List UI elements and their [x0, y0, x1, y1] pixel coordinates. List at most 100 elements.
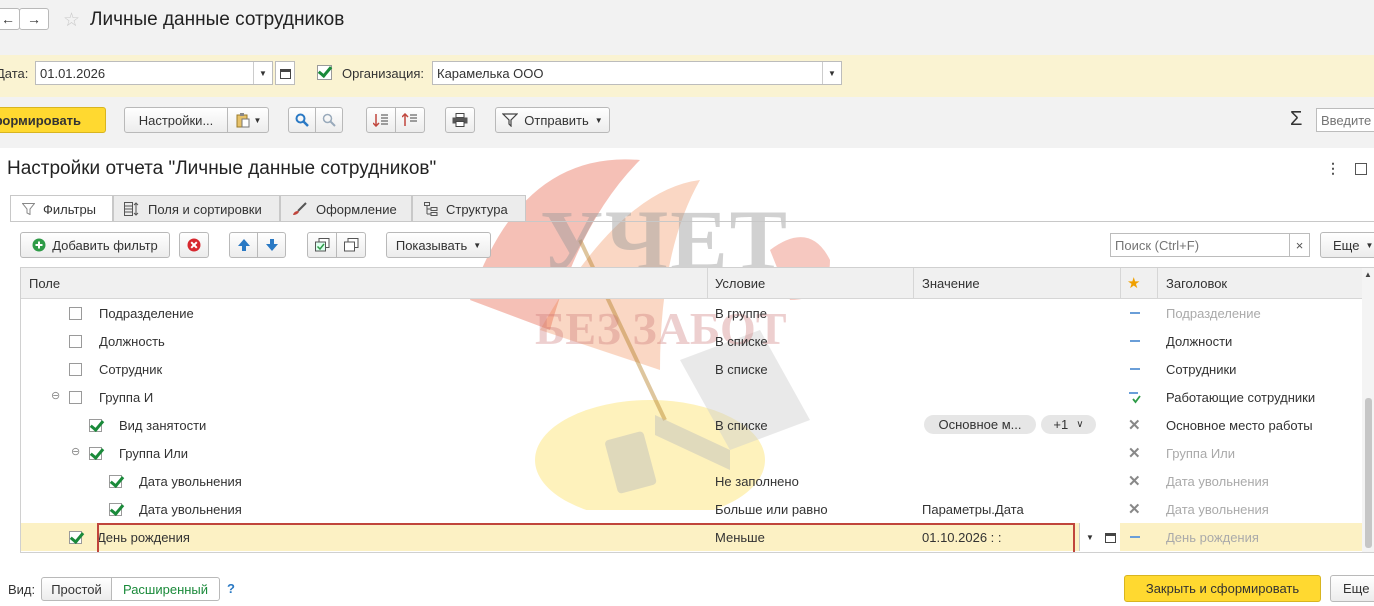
- more-actions-icon[interactable]: ⋮: [1326, 160, 1340, 177]
- row-checkbox[interactable]: [69, 363, 82, 376]
- calendar-button[interactable]: [1100, 523, 1120, 551]
- close-generate-button[interactable]: Закрыть и сформировать: [1124, 575, 1321, 602]
- row-caption[interactable]: Дата увольнения: [1166, 502, 1269, 517]
- row-checkbox[interactable]: [89, 419, 102, 432]
- row-caption[interactable]: Работающие сотрудники: [1166, 390, 1315, 405]
- search-clear-button[interactable]: ×: [1289, 233, 1310, 257]
- scroll-thumb[interactable]: [1365, 398, 1372, 548]
- calendar-icon: [1104, 532, 1116, 543]
- row-condition[interactable]: В списке: [715, 334, 768, 349]
- table-row[interactable]: ⊖ Группа Или ✕ Группа Или: [21, 439, 1362, 467]
- header-caption[interactable]: Заголовок: [1166, 276, 1227, 291]
- maximize-icon[interactable]: [1355, 163, 1367, 175]
- show-button[interactable]: Показывать ▼: [386, 232, 491, 258]
- settings-button[interactable]: Настройки...: [124, 107, 228, 133]
- find-button[interactable]: [288, 107, 316, 133]
- back-button[interactable]: ←: [0, 8, 20, 30]
- row-caption[interactable]: Дата увольнения: [1166, 474, 1269, 489]
- sum-input[interactable]: [1316, 108, 1374, 132]
- table-row[interactable]: Дата увольнения Больше или равно Параметры…: [21, 495, 1362, 523]
- x-mark-icon[interactable]: ✕: [1128, 444, 1141, 462]
- row-caption[interactable]: Основное место работы: [1166, 418, 1313, 433]
- search-input[interactable]: [1110, 233, 1290, 257]
- table-scrollbar[interactable]: ▲: [1362, 268, 1374, 552]
- minus-icon[interactable]: [1130, 368, 1140, 370]
- row-condition[interactable]: В списке: [715, 418, 768, 433]
- footer-more-button[interactable]: Еще: [1330, 575, 1374, 602]
- row-checkbox[interactable]: [69, 391, 82, 404]
- group-button[interactable]: [307, 232, 337, 258]
- row-condition[interactable]: Не заполнено: [715, 474, 799, 489]
- sum-icon[interactable]: Σ: [1290, 108, 1302, 131]
- tab-filters[interactable]: Фильтры: [10, 195, 113, 222]
- star-icon[interactable]: ★: [1127, 274, 1140, 292]
- header-condition[interactable]: Условие: [715, 276, 765, 291]
- sort-desc-button[interactable]: [395, 107, 425, 133]
- chevron-down-icon: ∨: [1076, 419, 1084, 430]
- sort-asc-button[interactable]: [366, 107, 396, 133]
- x-mark-icon[interactable]: ✕: [1128, 472, 1141, 490]
- minus-icon[interactable]: [1130, 340, 1140, 342]
- variants-button[interactable]: ▼: [227, 107, 269, 133]
- x-mark-icon[interactable]: ✕: [1128, 500, 1141, 518]
- minus-icon[interactable]: [1130, 312, 1140, 314]
- tab-structure[interactable]: Структура: [412, 195, 526, 222]
- chevron-down-icon[interactable]: ▼: [253, 62, 272, 84]
- value-extra-chip[interactable]: +1 ∨: [1041, 415, 1096, 434]
- table-row[interactable]: Дата увольнения Не заполнено ✕ Дата увольне…: [21, 467, 1362, 495]
- org-field[interactable]: Карамелька ООО ▼: [432, 61, 842, 85]
- row-caption[interactable]: Сотрудники: [1166, 362, 1236, 377]
- star-icon[interactable]: ☆: [63, 9, 80, 32]
- value-dropdown-button[interactable]: ▼: [1079, 523, 1100, 551]
- row-checkbox[interactable]: [109, 475, 122, 488]
- org-checkbox[interactable]: [317, 65, 332, 80]
- row-caption[interactable]: Должности: [1166, 334, 1232, 349]
- row-checkbox[interactable]: [69, 531, 82, 544]
- group-marker-icon[interactable]: [1128, 391, 1142, 404]
- more-button[interactable]: Еще ▼: [1320, 232, 1374, 258]
- header-field[interactable]: Поле: [29, 276, 60, 291]
- date-field[interactable]: 01.01.2026 ▼: [35, 61, 273, 85]
- collapse-icon[interactable]: ⊖: [71, 445, 80, 458]
- ungroup-button[interactable]: [336, 232, 366, 258]
- minus-icon[interactable]: [1130, 536, 1140, 538]
- help-icon[interactable]: ?: [227, 581, 235, 596]
- row-value[interactable]: Параметры.Дата: [922, 502, 1024, 517]
- move-down-button[interactable]: [257, 232, 286, 258]
- tab-fields-sort[interactable]: Поля и сортировки: [113, 195, 280, 222]
- tab-design[interactable]: Оформление: [280, 195, 412, 222]
- row-caption[interactable]: Группа Или: [1166, 446, 1235, 461]
- table-row[interactable]: Вид занятости В списке Основное м... +1 ∨ ✕ Ос…: [21, 411, 1362, 439]
- value-chip[interactable]: Основное м...: [924, 415, 1036, 434]
- forward-button[interactable]: →: [19, 8, 49, 30]
- row-caption[interactable]: Подразделение: [1166, 306, 1261, 321]
- send-button[interactable]: Отправить ▼: [495, 107, 610, 133]
- table-row[interactable]: Должность В списке Должности: [21, 327, 1362, 355]
- x-mark-icon[interactable]: ✕: [1128, 416, 1141, 434]
- scroll-up-icon[interactable]: ▲: [1364, 270, 1372, 279]
- row-condition[interactable]: В группе: [715, 306, 767, 321]
- table-row[interactable]: ⊖ Группа И Работающие сотрудники: [21, 383, 1362, 411]
- collapse-icon[interactable]: ⊖: [51, 389, 60, 402]
- row-checkbox[interactable]: [69, 335, 82, 348]
- chevron-down-icon[interactable]: ▼: [822, 62, 841, 84]
- table-row[interactable]: Сотрудник В списке Сотрудники: [21, 355, 1362, 383]
- calendar-button[interactable]: [275, 61, 295, 85]
- row-checkbox[interactable]: [109, 503, 122, 516]
- move-up-button[interactable]: [229, 232, 258, 258]
- row-caption[interactable]: День рождения: [1166, 530, 1259, 545]
- row-condition[interactable]: Больше или равно: [715, 502, 828, 517]
- add-filter-button[interactable]: Добавить фильтр: [20, 232, 170, 258]
- table-row[interactable]: Подразделение В группе Подразделение: [21, 299, 1362, 327]
- row-checkbox[interactable]: [69, 307, 82, 320]
- header-value[interactable]: Значение: [922, 276, 980, 291]
- row-condition[interactable]: В списке: [715, 362, 768, 377]
- delete-filter-button[interactable]: [179, 232, 209, 258]
- cancel-search-button[interactable]: [315, 107, 343, 133]
- row-checkbox[interactable]: [89, 447, 102, 460]
- arrow-up-icon: [237, 239, 250, 251]
- view-simple-button[interactable]: Простой: [41, 577, 112, 601]
- view-extended-button[interactable]: Расширенный: [111, 577, 220, 601]
- print-button[interactable]: [445, 107, 475, 133]
- generate-button[interactable]: Сформировать: [0, 107, 106, 133]
